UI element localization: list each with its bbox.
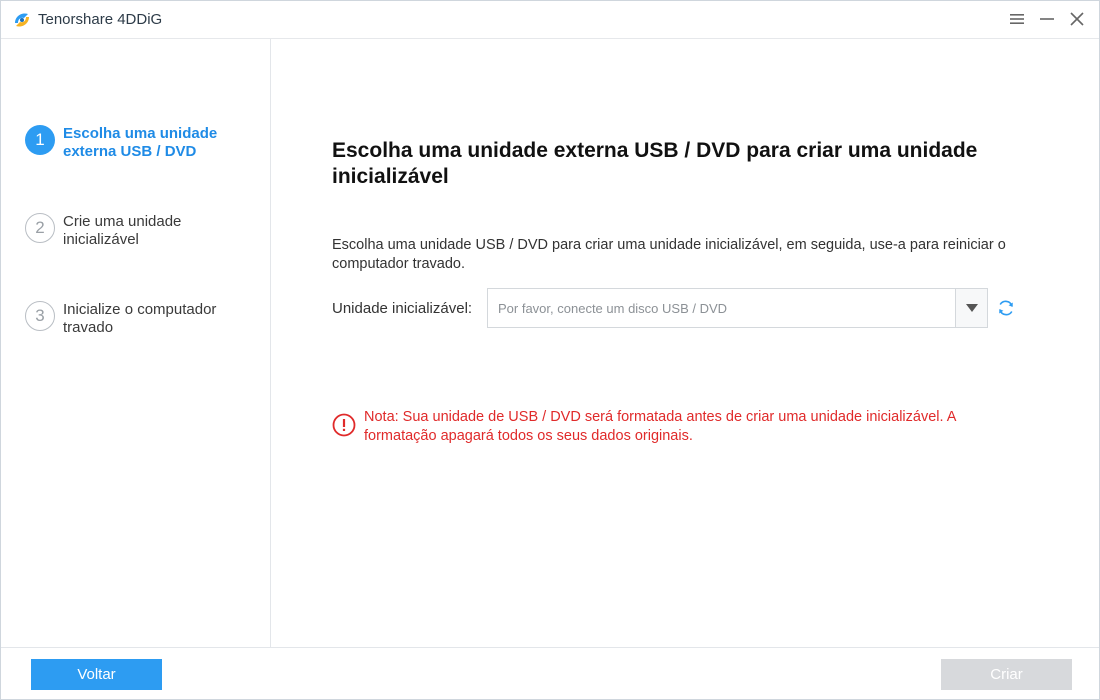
drive-select-placeholder: Por favor, conecte um disco USB / DVD <box>498 300 728 316</box>
step-1-label: Escolha uma unidade externa USB / DVD <box>63 125 218 160</box>
drive-dropdown-toggle[interactable] <box>955 289 987 327</box>
refresh-icon[interactable] <box>996 298 1016 318</box>
minimize-button[interactable] <box>1036 8 1058 30</box>
step-3: 3 Inicialize o computador travado <box>25 301 265 337</box>
step-3-number: 3 <box>25 301 55 331</box>
warning-text: Nota: Sua unidade de USB / DVD será form… <box>364 409 956 444</box>
step-3-label: Inicialize o computador travado <box>63 301 217 336</box>
triangle-down-icon <box>965 299 978 317</box>
menu-icon <box>1010 13 1024 25</box>
minimize-icon <box>1040 13 1054 25</box>
footer-bar: Voltar Criar <box>1 647 1099 699</box>
close-icon <box>1070 12 1084 26</box>
app-title: Tenorshare 4DDiG <box>38 11 163 28</box>
main-panel: Escolha uma unidade externa USB / DVD pa… <box>272 39 1099 647</box>
back-button[interactable]: Voltar <box>31 659 162 690</box>
step-1-number: 1 <box>25 125 55 155</box>
title-bar: Tenorshare 4DDiG <box>1 1 1099 39</box>
menu-button[interactable] <box>1006 8 1028 30</box>
create-button[interactable]: Criar <box>941 659 1072 690</box>
format-warning: Nota: Sua unidade de USB / DVD será form… <box>332 408 1032 446</box>
page-description: Escolha uma unidade USB / DVD para criar… <box>332 237 1006 272</box>
tenorshare-logo-icon <box>11 9 33 31</box>
app-window: Tenorshare 4DDiG 1 Escolha uma unidade e… <box>0 0 1100 700</box>
steps-sidebar: 1 Escolha uma unidade externa USB / DVD … <box>1 39 271 647</box>
step-2-number: 2 <box>25 213 55 243</box>
step-2: 2 Crie uma unidade inicializável <box>25 213 265 249</box>
step-1: 1 Escolha uma unidade externa USB / DVD <box>25 125 265 161</box>
drive-select[interactable]: Por favor, conecte um disco USB / DVD <box>487 288 988 328</box>
close-button[interactable] <box>1066 8 1088 30</box>
step-2-label: Crie uma unidade inicializável <box>63 213 182 248</box>
exclamation-circle-icon <box>332 413 356 437</box>
page-title: Escolha uma unidade externa USB / DVD pa… <box>332 139 978 188</box>
drive-label: Unidade inicializável: <box>332 300 473 317</box>
